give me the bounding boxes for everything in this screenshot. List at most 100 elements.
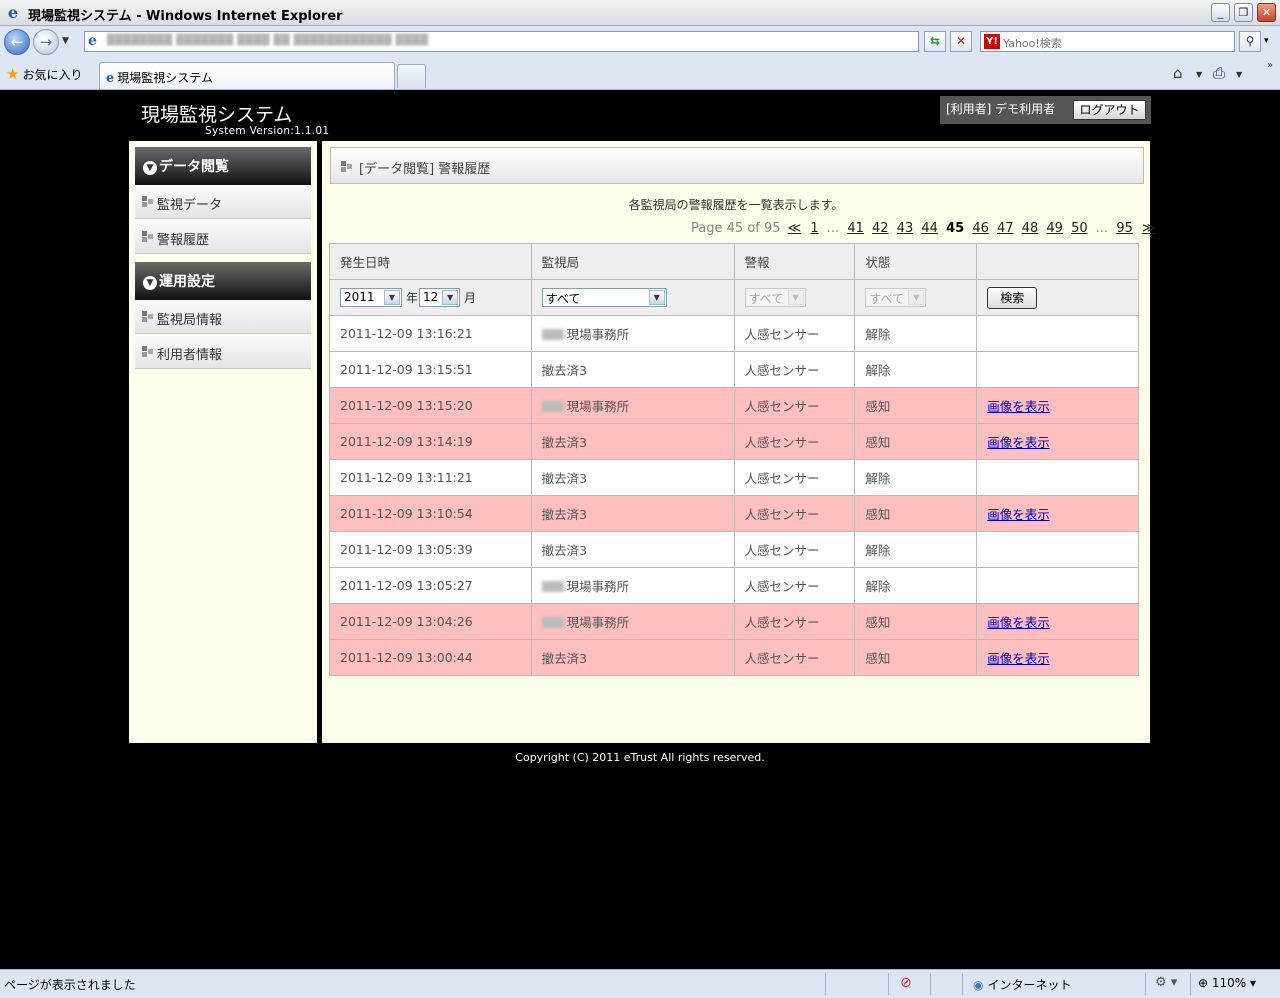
refresh-icon: ⇆	[929, 34, 941, 48]
cell-state: 感知	[854, 603, 978, 640]
toolbar-more-icon[interactable]: »	[1267, 60, 1273, 71]
minimize-button[interactable]: _	[1211, 3, 1230, 22]
filter-row: 2011 ▼ 年 12 ▼ 月 すべて ▼ すべて ▼ すべて ▼ 検索	[329, 279, 1139, 316]
pager-page-link[interactable]: 41	[847, 221, 864, 236]
pager-page-link[interactable]: 47	[997, 221, 1014, 236]
view-image-link[interactable]: 画像を表示	[987, 507, 1050, 522]
pager-page-link[interactable]: 49	[1046, 221, 1063, 236]
sidebar-section-settings[interactable]: ▼ 運用設定	[135, 262, 311, 300]
system-version: System Version:1.1.01	[205, 125, 330, 137]
back-button[interactable]: ←	[4, 29, 30, 55]
pager-page-link[interactable]: 44	[921, 221, 938, 236]
forward-button[interactable]: →	[33, 29, 59, 55]
refresh-button[interactable]: ⇆	[924, 31, 946, 52]
search-box[interactable]: Y! Yahoo!検索	[980, 31, 1235, 52]
filter-state-cell: すべて ▼	[854, 279, 978, 316]
home-icon[interactable]: ⌂	[1173, 64, 1183, 82]
stop-button[interactable]: ✕	[950, 31, 972, 52]
cell-alarm: 人感センサー	[733, 567, 856, 604]
year-select[interactable]: 2011 ▼	[340, 288, 402, 307]
masked-text	[541, 617, 564, 628]
cell-state: 解除	[854, 315, 978, 352]
cell-alarm: 人感センサー	[733, 603, 856, 640]
cell-station: 現場事務所	[530, 387, 735, 424]
table-row: 2011-12-09 13:14:19 撤去済3 人感センサー 感知 画像を表示	[329, 423, 1139, 460]
yahoo-icon: Y!	[984, 34, 1000, 49]
sidebar-item-alarm-history[interactable]: 警報履歴	[135, 220, 311, 254]
sidebar-item-user-info[interactable]: 利用者情報	[135, 335, 311, 369]
cell-state: 解除	[854, 531, 978, 568]
sidebar-item-label: 監視局情報	[157, 313, 223, 328]
cell-alarm: 人感センサー	[733, 315, 856, 352]
station-name: 撤去済3	[541, 651, 588, 666]
cell-alarm: 人感センサー	[733, 423, 856, 460]
search-button[interactable]: 検索	[987, 286, 1038, 309]
restore-button[interactable]: ❐	[1234, 3, 1253, 22]
station-name: 撤去済3	[541, 471, 588, 486]
pager-page-link[interactable]: 50	[1071, 221, 1088, 236]
tab-current[interactable]: e 現場監視システム	[99, 62, 395, 89]
cell-datetime: 2011-12-09 13:15:20	[329, 387, 532, 424]
station-name: 現場事務所	[566, 327, 630, 342]
cell-state: 感知	[854, 423, 978, 460]
status-divider	[1145, 973, 1146, 995]
cell-action: 画像を表示	[976, 387, 1139, 424]
logout-button[interactable]: ログアウト	[1073, 100, 1146, 120]
pager-prev-link[interactable]: ≪	[788, 221, 802, 236]
cell-action	[976, 459, 1139, 496]
history-dropdown-icon[interactable]: ▼	[62, 36, 69, 46]
zoom-control[interactable]: ⊕ 110% ▾	[1198, 976, 1256, 990]
cell-datetime: 2011-12-09 13:05:27	[329, 567, 532, 604]
sidebar-section-title: 運用設定	[159, 274, 215, 290]
view-image-link[interactable]: 画像を表示	[987, 435, 1050, 450]
cell-datetime: 2011-12-09 13:15:51	[329, 351, 532, 388]
search-options-icon[interactable]: ▾	[1264, 36, 1269, 46]
table-body: 2011-12-09 13:16:21 現場事務所 人感センサー 解除 2011-12-…	[329, 315, 1139, 676]
cell-state: 解除	[854, 459, 978, 496]
address-bar[interactable]: e ████████ ███████ ████ ██ ████████████ …	[84, 31, 919, 52]
favorites-button[interactable]: ★ お気に入り	[6, 65, 82, 83]
status-divider	[825, 973, 826, 995]
month-select[interactable]: 12 ▼	[419, 288, 461, 307]
pager-last-link[interactable]: 95	[1116, 221, 1133, 236]
home-dropdown-icon[interactable]: ▼	[1196, 70, 1202, 79]
view-image-link[interactable]: 画像を表示	[987, 651, 1050, 666]
sidebar-section-data-view[interactable]: ▼ データ閲覧	[135, 147, 311, 185]
column-header-alarm: 警報	[733, 243, 856, 280]
cell-state: 感知	[854, 387, 978, 424]
pager-page-link[interactable]: 46	[972, 221, 989, 236]
print-dropdown-icon[interactable]: ▼	[1236, 70, 1242, 79]
privacy-icon[interactable]: ⊘	[900, 975, 912, 991]
view-image-link[interactable]: 画像を表示	[987, 615, 1050, 630]
pager-next-link[interactable]: ≫	[1142, 221, 1156, 236]
bullet-squares-icon	[142, 196, 154, 208]
cell-datetime: 2011-12-09 13:10:54	[329, 495, 532, 532]
magnifier-icon: ⚲	[1245, 34, 1255, 48]
sidebar-item-monitoring-data[interactable]: 監視データ	[135, 185, 311, 219]
new-tab-button[interactable]	[397, 64, 426, 88]
pager-first-link[interactable]: 1	[810, 221, 818, 236]
copyright: Copyright (C) 2011 eTrust All rights res…	[515, 751, 765, 764]
close-window-button[interactable]: ✕	[1257, 3, 1276, 22]
cell-station: 撤去済3	[530, 639, 735, 676]
cell-state: 感知	[854, 639, 978, 676]
cell-action: 画像を表示	[976, 639, 1139, 676]
pager-page-link[interactable]: 48	[1022, 221, 1039, 236]
sidebar-item-label: 警報履歴	[157, 233, 210, 248]
star-icon: ★	[6, 65, 20, 83]
station-select[interactable]: すべて ▼	[541, 288, 667, 307]
cell-station: 現場事務所	[530, 603, 735, 640]
pager-ellipsis: ...	[1095, 221, 1109, 236]
pager-page-link[interactable]: 43	[897, 221, 914, 236]
station-name: 撤去済3	[541, 363, 588, 378]
print-icon[interactable]: ⎙	[1213, 64, 1225, 82]
status-divider	[930, 973, 931, 995]
pager-page-link[interactable]: 42	[872, 221, 889, 236]
sidebar-item-station-info[interactable]: 監視局情報	[135, 300, 311, 334]
view-image-link[interactable]: 画像を表示	[987, 399, 1050, 414]
table-row: 2011-12-09 13:10:54 撤去済3 人感センサー 感知 画像を表示	[329, 495, 1139, 532]
search-placeholder: Yahoo!検索	[1003, 37, 1062, 50]
security-zone[interactable]: ◉ インターネット	[973, 976, 1072, 993]
search-go-button[interactable]: ⚲	[1239, 31, 1261, 52]
protected-mode-icon[interactable]: ⚙ ▾	[1155, 975, 1177, 990]
